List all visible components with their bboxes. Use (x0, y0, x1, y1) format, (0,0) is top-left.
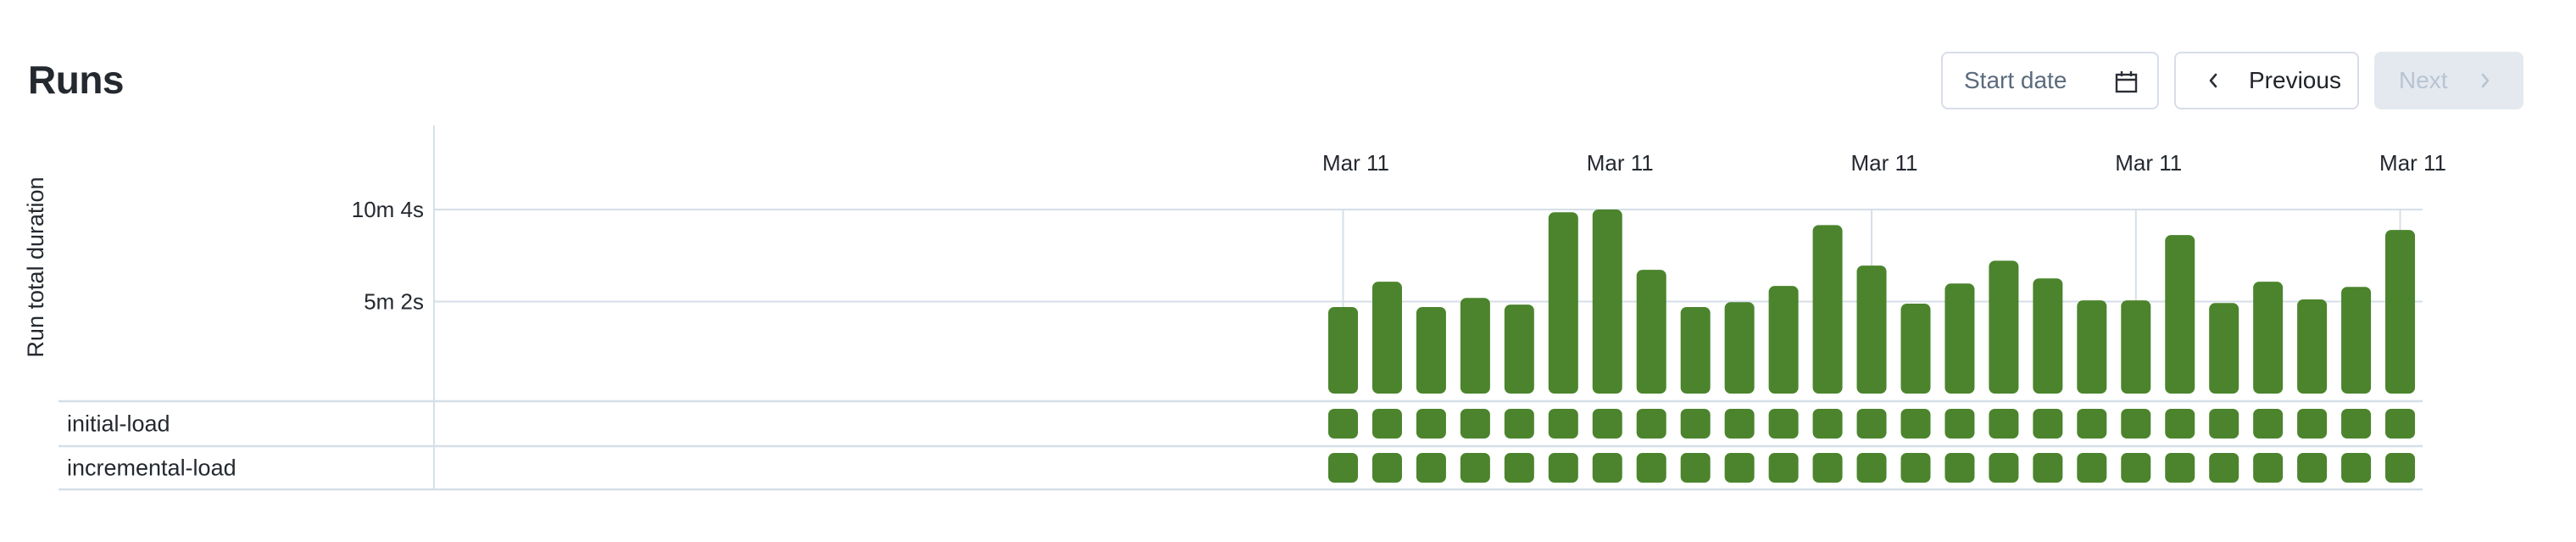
task-status-square[interactable] (2385, 453, 2416, 483)
bar[interactable] (1989, 260, 2019, 394)
task-status-square[interactable] (1328, 453, 1358, 483)
bar[interactable] (1460, 298, 1490, 394)
task-status-square[interactable] (2253, 409, 2284, 439)
task-status-square[interactable] (2341, 409, 2372, 439)
task-status-square[interactable] (2385, 409, 2416, 439)
task-status-square[interactable] (1989, 453, 2019, 483)
task-status-square[interactable] (1768, 453, 1799, 483)
task-status-square[interactable] (2077, 409, 2107, 439)
task-status-square[interactable] (2033, 453, 2063, 483)
task-status-square[interactable] (1680, 409, 1711, 439)
bar[interactable] (1371, 282, 1402, 394)
bar[interactable] (2341, 287, 2372, 394)
task-status-square[interactable] (1548, 453, 1578, 483)
bar[interactable] (1900, 304, 1931, 394)
task-status-square[interactable] (1416, 409, 1446, 439)
task-status-square[interactable] (1592, 409, 1622, 439)
task-status-square[interactable] (1460, 453, 1490, 483)
task-status-square[interactable] (1548, 409, 1578, 439)
bar[interactable] (2297, 299, 2328, 394)
bar[interactable] (1636, 270, 1666, 394)
task-status-square[interactable] (2297, 409, 2328, 439)
task-status-square[interactable] (2077, 453, 2107, 483)
task-status-square[interactable] (1989, 409, 2019, 439)
task-status-square[interactable] (1592, 453, 1622, 483)
bar[interactable] (1724, 302, 1755, 394)
task-status-square[interactable] (1900, 453, 1931, 483)
task-status-square[interactable] (1416, 453, 1446, 483)
y-axis-label: Run total duration (23, 176, 48, 357)
task-status-square[interactable] (1945, 453, 1975, 483)
task-status-square[interactable] (1680, 453, 1711, 483)
runs-chart: Run total duration 5m 2s 10m 4s Mar 11 Mar… (23, 126, 2446, 491)
task-status-square[interactable] (2165, 453, 2195, 483)
bar[interactable] (2077, 300, 2107, 394)
task-status-square[interactable] (1812, 409, 1843, 439)
task-status-square[interactable] (1900, 409, 1931, 439)
task-status-square[interactable] (1945, 409, 1975, 439)
task-status-square[interactable] (1856, 453, 1887, 483)
task-status-square[interactable] (1768, 409, 1799, 439)
bar[interactable] (1592, 210, 1622, 394)
task-row-label: incremental-load (67, 455, 236, 481)
x-tick-label: Mar 11 (2115, 150, 2182, 176)
task-status-square[interactable] (1724, 453, 1755, 483)
bar[interactable] (2165, 235, 2195, 394)
task-status-square[interactable] (1504, 453, 1534, 483)
task-status-square[interactable] (1328, 409, 1358, 439)
bar[interactable] (1680, 306, 1711, 394)
task-status-square[interactable] (2209, 409, 2239, 439)
y-tick-label: 10m 4s (352, 197, 424, 222)
x-tick-label: Mar 11 (2379, 150, 2446, 176)
bar[interactable] (1328, 306, 1358, 394)
task-status-square[interactable] (2253, 453, 2284, 483)
task-status-square[interactable] (1371, 453, 1402, 483)
task-status-square[interactable] (1724, 409, 1755, 439)
task-status-square[interactable] (1636, 453, 1666, 483)
task-status-square[interactable] (1371, 409, 1402, 439)
bar[interactable] (2253, 282, 2284, 394)
bar[interactable] (2033, 278, 2063, 394)
task-status-square[interactable] (1636, 409, 1666, 439)
task-status-square[interactable] (2165, 409, 2195, 439)
task-status-square[interactable] (2209, 453, 2239, 483)
bar[interactable] (2209, 303, 2239, 394)
bar[interactable] (1856, 265, 1887, 394)
task-row-label: initial-load (67, 411, 170, 437)
bar[interactable] (2121, 300, 2151, 394)
task-status-square[interactable] (2297, 453, 2328, 483)
task-status-square[interactable] (1504, 409, 1534, 439)
task-status-square[interactable] (1812, 453, 1843, 483)
task-status-square[interactable] (2341, 453, 2372, 483)
x-tick-label: Mar 11 (1851, 150, 1918, 176)
task-status-square[interactable] (2033, 409, 2063, 439)
task-status-square[interactable] (1460, 409, 1490, 439)
task-status-square[interactable] (2121, 409, 2151, 439)
bar[interactable] (2385, 230, 2416, 394)
bar[interactable] (1768, 286, 1799, 394)
x-tick-label: Mar 11 (1322, 150, 1389, 176)
bar[interactable] (1548, 212, 1578, 394)
bar[interactable] (1812, 225, 1843, 394)
bar[interactable] (1945, 283, 1975, 394)
task-status-square[interactable] (1856, 409, 1887, 439)
bar[interactable] (1504, 305, 1534, 394)
y-tick-label: 5m 2s (364, 289, 424, 315)
x-tick-label: Mar 11 (1587, 150, 1654, 176)
bar[interactable] (1416, 306, 1446, 394)
y-ticks: 5m 2s 10m 4s (352, 197, 424, 315)
task-status-square[interactable] (2121, 453, 2151, 483)
